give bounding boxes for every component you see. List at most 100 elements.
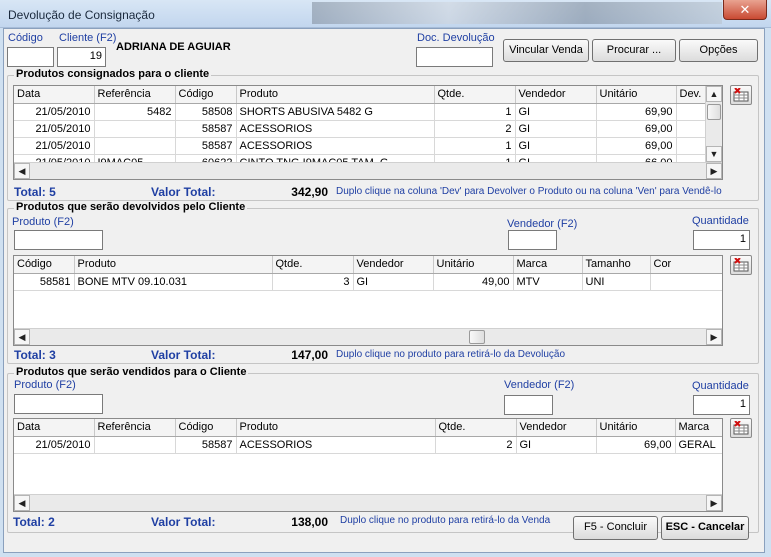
codigo-input[interactable] <box>7 47 54 67</box>
table-row[interactable]: 58581 BONE MTV 09.10.031 3 GI 49,00 MTV … <box>14 273 722 291</box>
col-qtde[interactable]: Qtde. <box>434 86 516 104</box>
vendidos-horizontal-scrollbar[interactable]: ◀ ▶ <box>14 494 722 511</box>
dialog-client-area: Código Cliente (F2) 19 ADRIANA DE AGUIAR… <box>3 28 765 553</box>
devolvidos-grid[interactable]: Código Produto Qtde. Vendedor Unitário M… <box>13 255 723 346</box>
consignados-vertical-scrollbar[interactable]: ▲ ▼ <box>705 86 722 162</box>
col-cor[interactable]: Cor <box>650 256 722 274</box>
delete-row-icon[interactable] <box>730 418 752 438</box>
vendidos-quantidade-input[interactable]: 1 <box>693 395 750 415</box>
col-referencia[interactable]: Referência <box>94 419 176 437</box>
cell-codigo: 58587 <box>175 137 237 155</box>
devolvidos-produto-input[interactable] <box>14 230 103 250</box>
table-row[interactable]: 21/05/2010 58587 ACESSORIOS 2 GI 69,00 G… <box>14 436 722 454</box>
col-vendedor[interactable]: Vendedor <box>516 419 597 437</box>
vendidos-total-count: Total: 2 <box>13 515 55 529</box>
cell-vendedor: GI <box>516 436 597 454</box>
scroll-thumb[interactable] <box>469 330 485 344</box>
close-button[interactable]: ✕ <box>723 0 767 20</box>
devolvidos-vendedor-input[interactable] <box>508 230 557 250</box>
scroll-right-icon[interactable]: ▶ <box>706 495 722 511</box>
col-data[interactable]: Data <box>14 86 95 104</box>
table-row[interactable]: 21/05/2010 58587 ACESSORIOS 2 GI 69,00 <box>14 120 716 138</box>
scroll-left-icon[interactable]: ◀ <box>14 163 30 179</box>
col-vendedor[interactable]: Vendedor <box>515 86 597 104</box>
cell-data: 21/05/2010 <box>14 120 95 138</box>
col-qtde[interactable]: Qtde. <box>435 419 517 437</box>
table-row[interactable]: 21/05/2010 58587 ACESSORIOS 1 GI 69,00 <box>14 137 716 155</box>
col-unitario[interactable]: Unitário <box>596 419 676 437</box>
vincular-venda-button[interactable]: Vincular Venda <box>503 39 589 62</box>
col-produto[interactable]: Produto <box>236 86 435 104</box>
col-produto[interactable]: Produto <box>74 256 273 274</box>
col-qtde[interactable]: Qtde. <box>272 256 354 274</box>
col-produto[interactable]: Produto <box>236 419 436 437</box>
col-codigo[interactable]: Código <box>175 419 237 437</box>
cell-vendedor: GI <box>353 273 434 291</box>
consignados-valor-total: 342,90 <box>291 185 328 199</box>
devolvidos-vendedor-label: Vendedor (F2) <box>507 218 578 230</box>
scroll-thumb[interactable] <box>707 104 721 120</box>
cell-codigo: 58508 <box>175 103 237 121</box>
col-unitario[interactable]: Unitário <box>596 86 677 104</box>
vendidos-vendedor-input[interactable] <box>504 395 553 415</box>
devolvidos-produto-label: Produto (F2) <box>12 216 74 228</box>
col-dev[interactable]: Dev. <box>676 86 707 104</box>
devolvidos-quantidade-input[interactable]: 1 <box>693 230 750 250</box>
consignados-valor-label: Valor Total: <box>151 185 216 199</box>
consignados-horizontal-scrollbar[interactable]: ◀ ▶ <box>14 162 722 179</box>
opcoes-button[interactable]: Opções <box>679 39 758 62</box>
col-data[interactable]: Data <box>14 419 95 437</box>
devolvidos-valor-label: Valor Total: <box>151 348 216 362</box>
cell-codigo: 58587 <box>175 120 237 138</box>
scroll-left-icon[interactable]: ◀ <box>14 495 30 511</box>
consignados-group: Produtos consignados para o cliente Data… <box>7 68 759 201</box>
vendidos-grid[interactable]: Data Referência Código Produto Qtde. Ven… <box>13 418 723 512</box>
cell-dev[interactable] <box>676 137 707 155</box>
cancelar-button[interactable]: ESC - Cancelar <box>661 516 749 540</box>
scroll-right-icon[interactable]: ▶ <box>706 329 722 345</box>
consignados-hint: Duplo clique na coluna 'Dev' para Devolv… <box>336 186 722 197</box>
cell-qtde: 1 <box>434 103 516 121</box>
scroll-right-icon[interactable]: ▶ <box>706 163 722 179</box>
cell-dev[interactable] <box>676 103 707 121</box>
scroll-left-icon[interactable]: ◀ <box>14 329 30 345</box>
col-marca[interactable]: Marca <box>675 419 722 437</box>
cell-unitario: 69,00 <box>596 436 676 454</box>
cliente-input[interactable]: 19 <box>57 47 106 67</box>
scroll-up-icon[interactable]: ▲ <box>706 86 722 102</box>
delete-row-icon[interactable] <box>730 255 752 275</box>
concluir-button[interactable]: F5 - Concluir <box>573 516 658 540</box>
vendidos-valor-label: Valor Total: <box>151 515 216 529</box>
consignados-header-row: Data Referência Código Produto Qtde. Ven… <box>14 86 716 104</box>
cell-tamanho: UNI <box>582 273 651 291</box>
col-marca[interactable]: Marca <box>513 256 583 274</box>
col-unitario[interactable]: Unitário <box>433 256 514 274</box>
devolvidos-quantidade-label: Quantidade <box>692 215 749 227</box>
procurar-button[interactable]: Procurar ... <box>592 39 676 62</box>
col-codigo[interactable]: Código <box>175 86 237 104</box>
vendidos-vendedor-label: Vendedor (F2) <box>504 379 575 391</box>
cell-data: 21/05/2010 <box>14 103 95 121</box>
doc-devolucao-input[interactable] <box>416 47 493 67</box>
table-row[interactable]: 21/05/2010 5482 58508 SHORTS ABUSIVA 548… <box>14 103 716 121</box>
col-codigo[interactable]: Código <box>14 256 75 274</box>
scroll-down-icon[interactable]: ▼ <box>706 146 722 162</box>
devolvidos-header-row: Código Produto Qtde. Vendedor Unitário M… <box>14 256 722 274</box>
devolvidos-group: Produtos que serão devolvidos pelo Clien… <box>7 201 759 364</box>
window-title: Devolução de Consignação <box>8 8 155 22</box>
title-bar: Devolução de Consignação ✕ <box>0 0 771 28</box>
cliente-label: Cliente (F2) <box>59 32 117 44</box>
cell-unitario: 49,00 <box>433 273 514 291</box>
cell-dev[interactable] <box>676 120 707 138</box>
cell-codigo: 58581 <box>14 273 75 291</box>
consignados-grid[interactable]: Data Referência Código Produto Qtde. Ven… <box>13 85 723 180</box>
vendidos-produto-input[interactable] <box>14 394 103 414</box>
devolvidos-title: Produtos que serão devolvidos pelo Clien… <box>14 201 248 213</box>
col-vendedor[interactable]: Vendedor <box>353 256 434 274</box>
cell-referencia <box>94 137 176 155</box>
col-tamanho[interactable]: Tamanho <box>582 256 651 274</box>
devolvidos-hint: Duplo clique no produto para retirá-lo d… <box>336 349 566 360</box>
col-referencia[interactable]: Referência <box>94 86 176 104</box>
devolvidos-horizontal-scrollbar[interactable]: ◀ ▶ <box>14 328 722 345</box>
delete-row-icon[interactable] <box>730 85 752 105</box>
